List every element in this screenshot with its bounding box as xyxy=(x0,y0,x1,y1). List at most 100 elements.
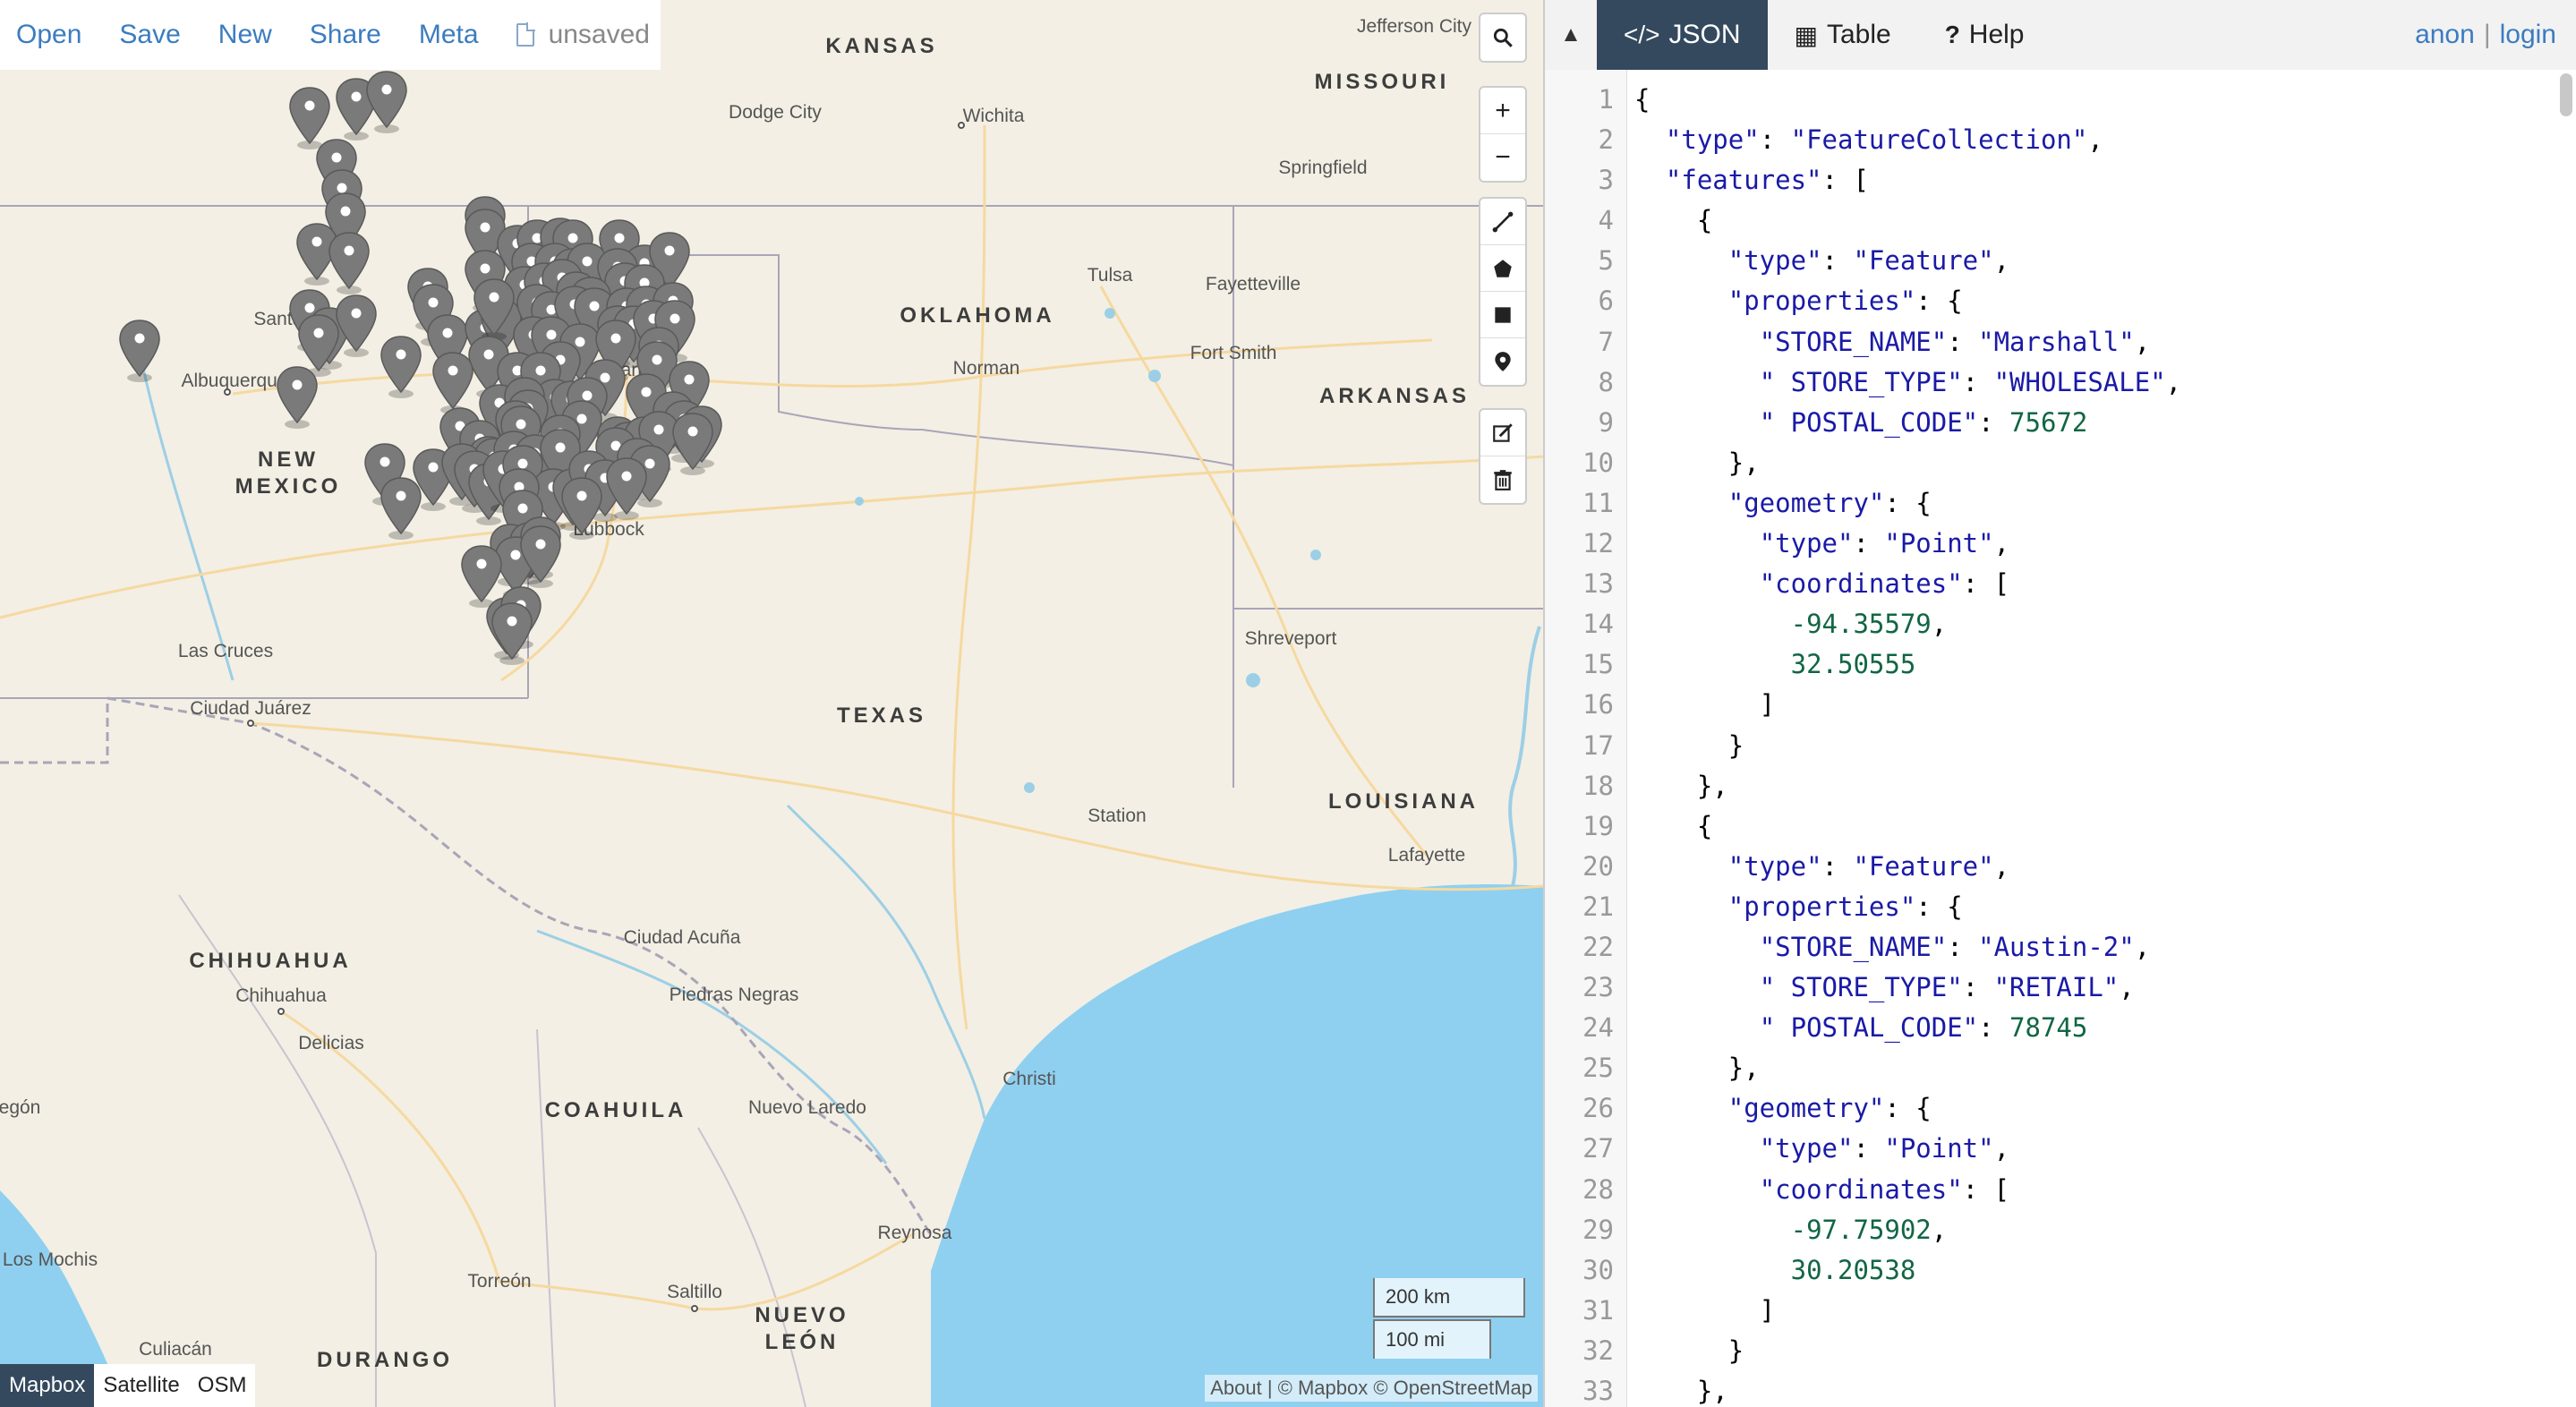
map-attribution[interactable]: About | © Mapbox © OpenStreetMap xyxy=(1205,1375,1538,1402)
save-button[interactable]: Save xyxy=(119,20,180,50)
code-line[interactable]: -94.35579, xyxy=(1634,604,2576,644)
layer-mapbox[interactable]: Mapbox xyxy=(0,1364,95,1407)
line-number: 9 xyxy=(1598,406,1614,438)
line-number: 4 xyxy=(1598,205,1614,236)
collapse-button[interactable]: ▲ xyxy=(1545,0,1597,70)
map-marker[interactable] xyxy=(490,601,534,666)
code-line[interactable]: "type": "Point", xyxy=(1634,524,2576,564)
city-label: Shreveport xyxy=(1244,628,1337,649)
code-line[interactable]: { xyxy=(1634,806,2576,847)
anon-link[interactable]: anon xyxy=(2415,20,2475,50)
code-line[interactable]: 30.20538 xyxy=(1634,1250,2576,1291)
delete-button[interactable] xyxy=(1480,456,1525,503)
code-line[interactable]: "features": [ xyxy=(1634,160,2576,200)
meta-button[interactable]: Meta xyxy=(419,20,479,50)
draw-marker-button[interactable] xyxy=(1480,338,1525,385)
code-line[interactable]: ] xyxy=(1634,685,2576,725)
code-line[interactable]: { xyxy=(1634,80,2576,120)
map-marker[interactable] xyxy=(275,365,320,430)
code-line[interactable]: }, xyxy=(1634,1371,2576,1407)
code-line[interactable]: } xyxy=(1634,726,2576,766)
line-icon xyxy=(1492,211,1514,232)
code-line[interactable]: { xyxy=(1634,200,2576,241)
open-button[interactable]: Open xyxy=(16,20,81,50)
code-line[interactable]: "properties": { xyxy=(1634,887,2576,927)
draw-line-button[interactable] xyxy=(1480,199,1525,245)
line-number: 20 xyxy=(1582,850,1614,882)
code-line[interactable]: "properties": { xyxy=(1634,281,2576,321)
search-control xyxy=(1479,13,1527,63)
code-line[interactable]: }, xyxy=(1634,1048,2576,1088)
map-marker[interactable] xyxy=(334,294,379,358)
map-marker[interactable] xyxy=(379,476,423,541)
code-icon: </> xyxy=(1624,21,1660,48)
map-marker[interactable] xyxy=(327,231,371,295)
code-line[interactable]: "geometry": { xyxy=(1634,483,2576,524)
marker-pin-icon xyxy=(473,278,515,341)
code-line[interactable]: "type": "Feature", xyxy=(1634,847,2576,887)
code-line[interactable]: ] xyxy=(1634,1291,2576,1331)
layer-satellite[interactable]: Satellite xyxy=(94,1364,188,1407)
code-line[interactable]: "type": "Point", xyxy=(1634,1129,2576,1169)
draw-polygon-button[interactable] xyxy=(1480,245,1525,292)
state-label: NEW MEXICO xyxy=(235,448,342,499)
city-label: Springfield xyxy=(1278,158,1368,178)
code-line[interactable]: " POSTAL_CODE": 78745 xyxy=(1634,1008,2576,1048)
map-marker[interactable] xyxy=(364,70,409,134)
state-label: CHIHUAHUA xyxy=(189,949,352,973)
city-dot xyxy=(691,1305,698,1312)
line-number: 24 xyxy=(1582,1012,1614,1044)
state-label: KANSAS xyxy=(825,34,938,58)
city-dot xyxy=(247,720,254,727)
map-marker[interactable] xyxy=(559,476,604,541)
code-line[interactable]: "coordinates": [ xyxy=(1634,564,2576,604)
city-label: Saltillo xyxy=(667,1282,722,1302)
map-marker[interactable] xyxy=(379,335,423,399)
code-line[interactable]: } xyxy=(1634,1331,2576,1371)
tab-table[interactable]: ▦ Table xyxy=(1768,0,1918,70)
code-line[interactable]: 32.50555 xyxy=(1634,644,2576,685)
map-marker[interactable] xyxy=(604,456,649,521)
state-label: OKLAHOMA xyxy=(900,303,1055,328)
map-view[interactable]: KANSAS MISSOURI OKLAHOMA ARKANSAS NEW MEXICO T… xyxy=(0,0,1543,1407)
code-line[interactable]: "STORE_NAME": "Marshall", xyxy=(1634,322,2576,362)
share-button[interactable]: Share xyxy=(310,20,381,50)
tab-json[interactable]: </> JSON xyxy=(1597,0,1768,70)
layer-osm[interactable]: OSM xyxy=(189,1364,256,1407)
code-line[interactable]: }, xyxy=(1634,766,2576,806)
code-line[interactable]: -97.75902, xyxy=(1634,1210,2576,1250)
city-label: Reynosa xyxy=(877,1223,952,1243)
city-label: Jefferson City xyxy=(1357,16,1471,37)
city-label: Las Cruces xyxy=(177,641,274,661)
zoom-in-button[interactable]: + xyxy=(1480,88,1525,134)
map-marker[interactable] xyxy=(670,412,715,476)
marker-pin-icon xyxy=(328,232,370,294)
editor-scrollbar[interactable] xyxy=(2560,73,2572,116)
code-line[interactable]: " POSTAL_CODE": 75672 xyxy=(1634,403,2576,443)
code-line[interactable]: " STORE_TYPE": "WHOLESALE", xyxy=(1634,362,2576,403)
map-marker[interactable] xyxy=(518,524,563,589)
map-marker[interactable] xyxy=(472,277,516,342)
edit-button[interactable] xyxy=(1480,410,1525,456)
code-line[interactable]: "type": "Feature", xyxy=(1634,241,2576,281)
search-button[interactable] xyxy=(1480,14,1525,61)
code-line[interactable]: "geometry": { xyxy=(1634,1088,2576,1129)
code-line[interactable]: " STORE_TYPE": "RETAIL", xyxy=(1634,968,2576,1008)
json-editor[interactable]: 1 2 3 4 5 6 7 8 9 10 11 12 13 14 15 16 17 18 19 20 21 22 23 24 2… xyxy=(1545,70,2576,1407)
line-number: 1 xyxy=(1598,84,1614,115)
code-line[interactable]: }, xyxy=(1634,443,2576,483)
code-line[interactable]: "STORE_NAME": "Austin-2", xyxy=(1634,927,2576,968)
new-button[interactable]: New xyxy=(218,20,272,50)
code-area[interactable]: { "type": "FeatureCollection", "features… xyxy=(1627,70,2576,1407)
code-line[interactable]: "type": "FeatureCollection", xyxy=(1634,120,2576,160)
side-panel: ▲ </> JSON ▦ Table ? Help anon | login 1… xyxy=(1543,0,2576,1407)
code-line[interactable]: "coordinates": [ xyxy=(1634,1170,2576,1210)
map-marker[interactable] xyxy=(117,319,162,383)
line-number: 31 xyxy=(1582,1294,1614,1326)
tab-help[interactable]: ? Help xyxy=(1918,0,2051,70)
zoom-out-button[interactable]: − xyxy=(1480,134,1525,181)
login-link[interactable]: login xyxy=(2500,20,2556,50)
city-dot xyxy=(277,1008,285,1015)
draw-rectangle-button[interactable] xyxy=(1480,292,1525,338)
city-label: Chihuahua xyxy=(235,985,327,1006)
